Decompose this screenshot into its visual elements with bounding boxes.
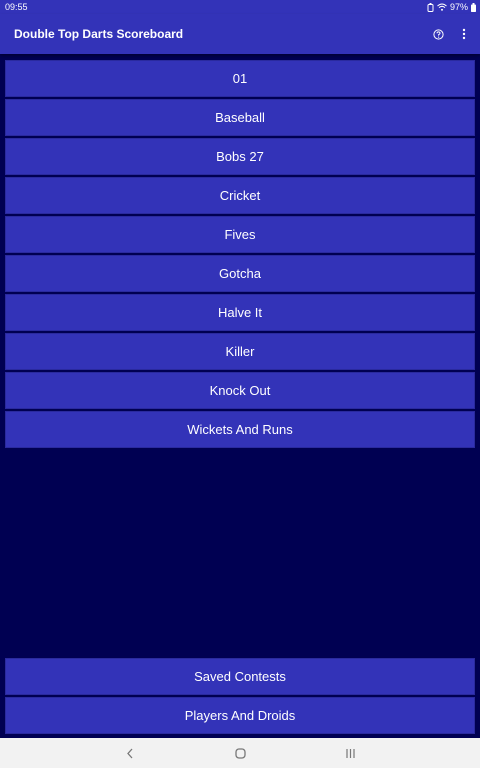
game-button-killer[interactable]: Killer <box>5 333 475 370</box>
game-button-knock-out[interactable]: Knock Out <box>5 372 475 409</box>
bottom-actions: Saved Contests Players And Droids <box>5 658 475 734</box>
more-vert-icon <box>462 28 466 40</box>
battery-saver-icon <box>427 2 434 12</box>
nav-back-button[interactable] <box>120 743 140 763</box>
app-actions <box>432 28 470 40</box>
game-button-fives[interactable]: Fives <box>5 216 475 253</box>
game-list: 01 Baseball Bobs 27 Cricket Fives Gotcha… <box>5 60 475 448</box>
nav-recents-button[interactable] <box>340 743 360 763</box>
home-circle-icon <box>234 747 246 759</box>
game-button-bobs-27[interactable]: Bobs 27 <box>5 138 475 175</box>
status-time: 09:55 <box>5 2 28 12</box>
status-bar: 09:55 97% <box>0 0 480 14</box>
status-icons: 97% <box>427 2 476 12</box>
recents-bars-icon <box>345 748 355 758</box>
battery-icon <box>471 2 476 12</box>
wifi-icon <box>437 3 447 11</box>
app-bar: Double Top Darts Scoreboard <box>0 14 480 54</box>
back-chevron-icon <box>127 748 133 758</box>
help-button[interactable] <box>432 28 444 40</box>
overflow-menu-button[interactable] <box>458 28 470 40</box>
nav-home-button[interactable] <box>230 743 250 763</box>
game-button-halve-it[interactable]: Halve It <box>5 294 475 331</box>
battery-percent: 97% <box>449 2 468 12</box>
app-title: Double Top Darts Scoreboard <box>14 27 184 41</box>
system-nav-bar <box>0 738 480 768</box>
players-and-droids-button[interactable]: Players And Droids <box>5 697 475 734</box>
saved-contests-button[interactable]: Saved Contests <box>5 658 475 695</box>
game-button-01[interactable]: 01 <box>5 60 475 97</box>
help-circle-icon <box>432 28 444 40</box>
game-button-baseball[interactable]: Baseball <box>5 99 475 136</box>
game-button-gotcha[interactable]: Gotcha <box>5 255 475 292</box>
game-button-wickets-and-runs[interactable]: Wickets And Runs <box>5 411 475 448</box>
game-button-cricket[interactable]: Cricket <box>5 177 475 214</box>
